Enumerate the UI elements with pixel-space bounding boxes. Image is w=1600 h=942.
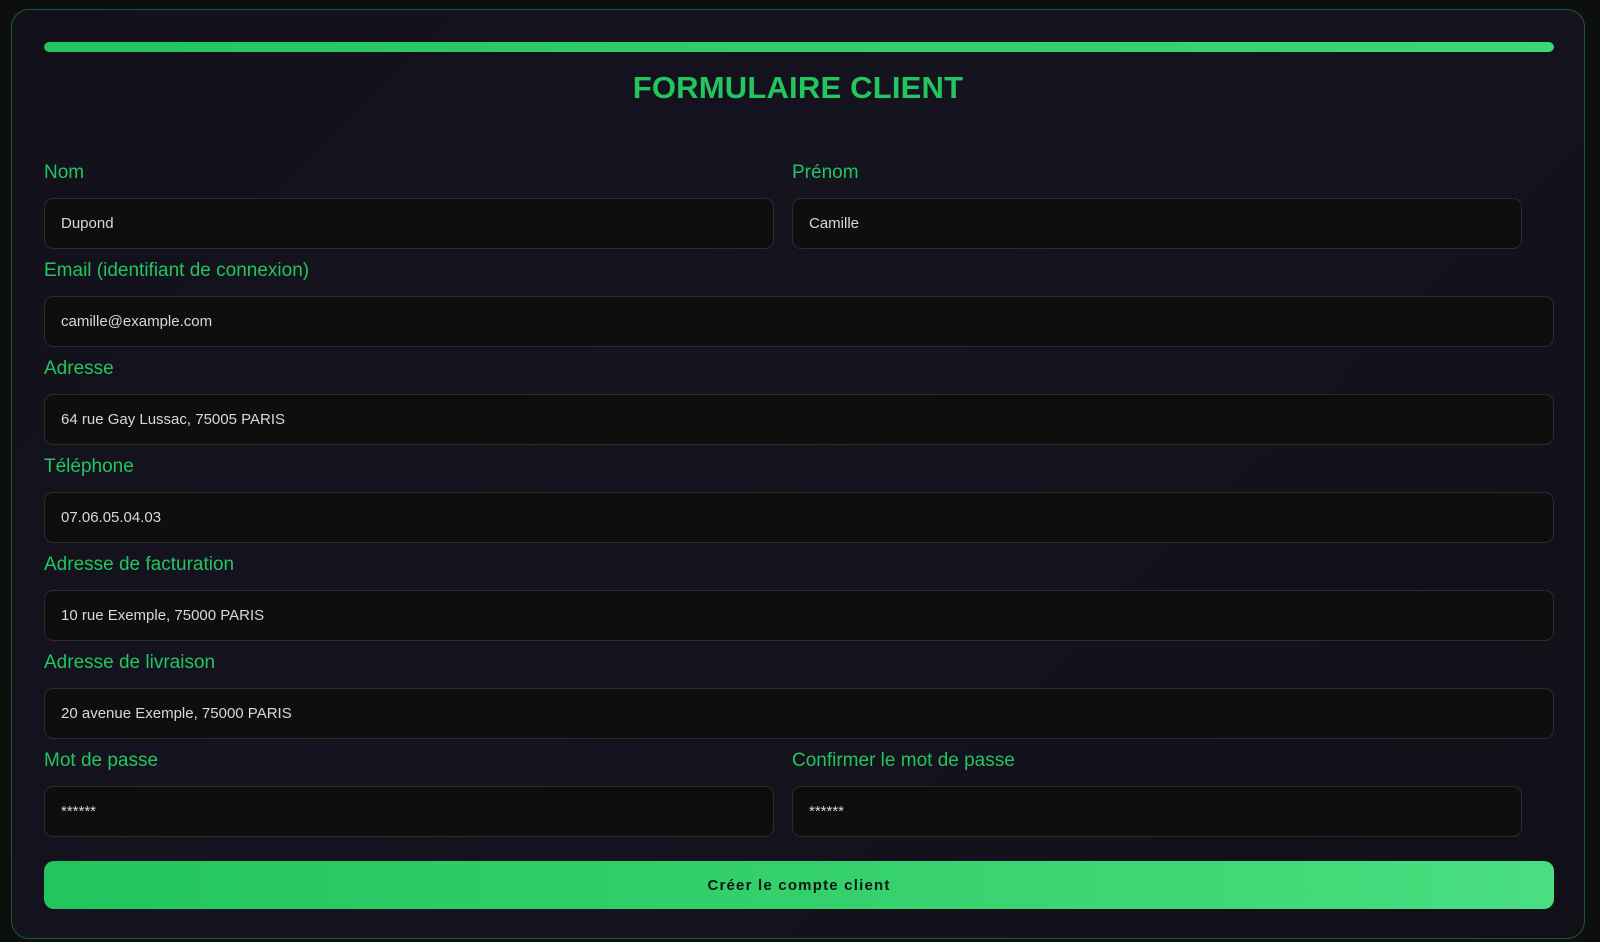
field-adresse: Adresse xyxy=(44,356,1554,445)
telephone-input[interactable] xyxy=(44,492,1554,543)
create-account-button[interactable]: Créer le compte client xyxy=(44,861,1554,909)
prenom-input[interactable] xyxy=(792,198,1522,249)
mot-de-passe-input[interactable] xyxy=(44,786,774,837)
field-prenom: Prénom xyxy=(792,160,1522,249)
confirmer-mot-de-passe-label: Confirmer le mot de passe xyxy=(792,750,1015,771)
nom-input[interactable] xyxy=(44,198,774,249)
confirmer-mot-de-passe-input[interactable] xyxy=(792,786,1522,837)
field-email: Email (identifiant de connexion) xyxy=(44,258,1554,347)
prenom-label: Prénom xyxy=(792,162,859,183)
client-form-card: FORMULAIRE CLIENT Nom Prénom Email (iden… xyxy=(11,9,1585,939)
field-adresse-livraison: Adresse de livraison xyxy=(44,650,1554,739)
field-nom: Nom xyxy=(44,160,774,249)
progress-bar xyxy=(44,42,1554,52)
field-mot-de-passe: Mot de passe xyxy=(44,748,774,837)
adresse-label: Adresse xyxy=(44,358,114,379)
form-title: FORMULAIRE CLIENT xyxy=(632,70,964,105)
progress-bar-fill xyxy=(44,42,1554,52)
field-adresse-facturation: Adresse de facturation xyxy=(44,552,1554,641)
email-input[interactable] xyxy=(44,296,1554,347)
adresse-facturation-input[interactable] xyxy=(44,590,1554,641)
telephone-label: Téléphone xyxy=(44,456,134,477)
mot-de-passe-label: Mot de passe xyxy=(44,750,159,771)
adresse-livraison-input[interactable] xyxy=(44,688,1554,739)
email-label: Email (identifiant de connexion) xyxy=(44,260,310,281)
adresse-livraison-label: Adresse de livraison xyxy=(44,652,216,673)
field-confirmer-mot-de-passe: Confirmer le mot de passe xyxy=(792,748,1522,837)
nom-label: Nom xyxy=(44,162,85,183)
field-telephone: Téléphone xyxy=(44,454,1554,543)
adresse-facturation-label: Adresse de facturation xyxy=(44,554,235,575)
adresse-input[interactable] xyxy=(44,394,1554,445)
